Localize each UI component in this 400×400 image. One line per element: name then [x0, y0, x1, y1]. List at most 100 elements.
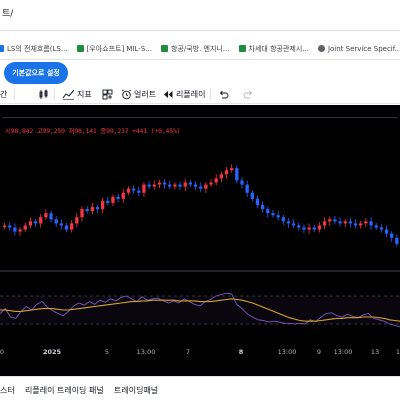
candle-body	[39, 217, 43, 224]
undo-button[interactable]	[218, 85, 229, 104]
indicator-pane	[0, 292, 400, 328]
candle-body	[302, 227, 306, 230]
candle-body	[33, 221, 38, 224]
candle-body	[121, 192, 125, 199]
indicators-icon	[62, 89, 75, 100]
legend-low: 저98,141	[68, 127, 97, 135]
tab-trading-panel[interactable]: 트레이딩패널	[114, 385, 158, 396]
candle-body	[255, 198, 260, 205]
time-axis[interactable]: 0 2025 5 13:00 7 8 13:00 9 13:00 13 1	[0, 348, 400, 358]
candle-body	[260, 205, 265, 210]
address-bar[interactable]: 트/	[0, 0, 400, 38]
pane-border-top	[2, 117, 398, 118]
divider	[210, 88, 211, 100]
candle-body	[100, 200, 105, 210]
address-text[interactable]: 트/	[2, 6, 13, 19]
toolbar-layout[interactable]	[102, 85, 113, 104]
candle-body	[291, 223, 296, 226]
toolbar-interval[interactable]: 간	[0, 85, 7, 104]
candle-body	[353, 223, 358, 226]
candle-body	[8, 225, 12, 228]
candle-body	[348, 221, 353, 224]
candles-layer	[2, 164, 399, 247]
bookmark-label: LS의 전체흐름(LS...	[7, 44, 68, 53]
candle-body	[390, 233, 394, 238]
candle-body	[59, 223, 64, 226]
interval-label: 간	[0, 89, 8, 99]
candle-body	[214, 178, 218, 183]
candle-body	[80, 209, 84, 218]
time-tick-label: 13:00	[333, 348, 353, 356]
candle-body	[343, 221, 347, 224]
candle-body	[75, 217, 79, 224]
candle-body	[250, 192, 254, 199]
candle-body	[54, 219, 58, 224]
blue-icon	[0, 45, 4, 52]
price-chart[interactable]: 시98,842 고99,250 저98,141 종99,237 +441 (+0…	[0, 105, 400, 350]
candle-body	[364, 221, 368, 224]
divider	[54, 88, 55, 100]
green-icon	[76, 45, 84, 52]
alarm-icon	[121, 89, 132, 99]
toolbar-replay[interactable]: 리플레이	[163, 85, 205, 104]
candle-body	[312, 227, 316, 230]
candle-body	[142, 184, 146, 193]
candle-body	[333, 219, 337, 222]
candle-body	[90, 207, 94, 212]
chart-toolbar: 간 지표 얼러트 리플레이	[0, 85, 400, 104]
replay-label: 리플레이	[176, 89, 206, 99]
chart-footer	[0, 358, 400, 376]
candle-body	[168, 184, 172, 187]
toolbar-alert[interactable]: 얼러트	[121, 85, 156, 104]
bookmark-label: 항공/국방. 엔지니...	[170, 44, 230, 53]
chart-canvas[interactable]	[0, 105, 400, 350]
bookmark-item[interactable]: 항공/국방. 엔지니...	[160, 44, 230, 54]
toolbar-chart-type[interactable]	[38, 85, 49, 104]
redo-icon	[243, 90, 253, 98]
candle-body	[322, 221, 327, 226]
bookmark-item[interactable]: Joint Service Specif...	[317, 45, 400, 53]
set-default-button[interactable]: 기본값으로 설정	[4, 62, 68, 84]
time-tick-label: 7	[185, 348, 191, 356]
candle-body	[297, 225, 301, 228]
bookmark-item[interactable]: 차세대 항공관제시...	[238, 44, 309, 54]
candle-body	[188, 182, 193, 185]
candles-icon	[39, 89, 48, 99]
candle-body	[219, 174, 224, 179]
candle-body	[199, 186, 203, 189]
candle-body	[307, 227, 311, 230]
tab-replay-trading[interactable]: 리플레이 트레이딩 패널	[25, 385, 104, 396]
candle-body	[28, 221, 33, 226]
ohlc-legend: 시98,842 고99,250 저98,141 종99,237 +441 (+0…	[5, 125, 181, 135]
bookmark-label: 차세대 항공관제시...	[248, 44, 309, 53]
candle-body	[374, 225, 378, 228]
candle-body	[395, 237, 399, 244]
candle-body	[245, 184, 249, 193]
redo-button[interactable]	[243, 85, 254, 104]
candle-body	[44, 213, 48, 218]
undo-icon	[219, 90, 229, 98]
bookmark-item[interactable]: LS의 전체흐름(LS...	[0, 44, 68, 54]
candle-body	[235, 168, 239, 181]
layout-icon	[102, 89, 113, 99]
candle-body	[157, 182, 162, 185]
candle-body	[224, 170, 229, 175]
candle-body	[173, 184, 177, 187]
gear-icon	[317, 45, 325, 52]
bookmark-item[interactable]: [우아쇼프트] MIL-S...	[76, 44, 152, 54]
bottom-panel: 스터 리플레이 트레이딩 패널 트레이딩패널	[0, 376, 400, 400]
green-icon	[160, 45, 168, 52]
candle-body	[106, 200, 110, 203]
bookmarks-bar: LS의 전체흐름(LS... [우아쇼프트] MIL-S... 항공/국방. 엔지니…	[0, 38, 400, 60]
legend-open: 시98,842	[5, 127, 34, 135]
legend-change: +441 (+0.45%)	[132, 127, 181, 135]
toolbar-indicators[interactable]: 지표	[62, 85, 92, 104]
divider	[0, 30, 400, 31]
time-tick-label: 2025	[42, 348, 62, 356]
bookmark-label: [우아쇼프트] MIL-S...	[86, 44, 152, 53]
candle-body	[276, 215, 280, 218]
candle-body	[266, 209, 270, 214]
candle-body	[240, 180, 244, 185]
tab-strategy-tester[interactable]: 스터	[0, 385, 15, 396]
candle-body	[162, 182, 167, 185]
